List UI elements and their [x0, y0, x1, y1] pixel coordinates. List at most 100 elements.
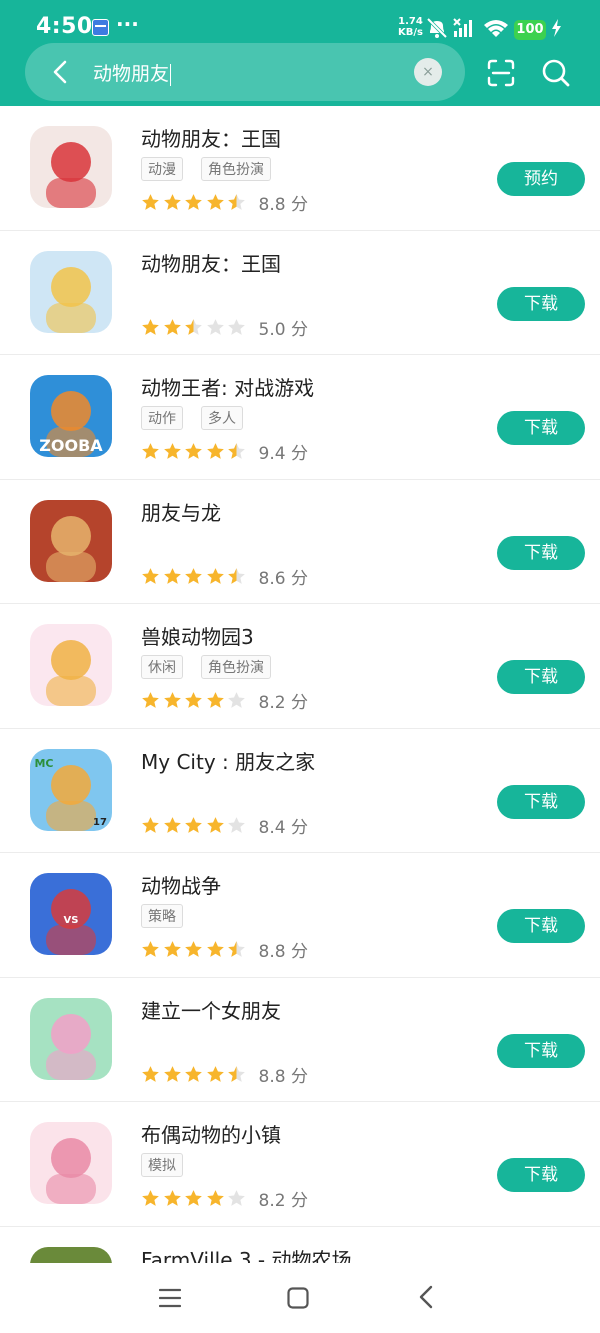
- result-row[interactable]: 朋友与龙 8.6 分 下载: [0, 480, 600, 604]
- star-empty-icon: [206, 318, 224, 335]
- star-filled-icon: [185, 941, 202, 957]
- download-button[interactable]: 下载: [497, 1033, 585, 1068]
- app-name: 动物朋友：王国: [141, 251, 281, 276]
- zooba-logo-text: ZOOBA: [39, 436, 103, 455]
- star-half-icon: [228, 194, 245, 210]
- home-icon[interactable]: [287, 1287, 309, 1309]
- status-bar: 4:50 ··· 1.74 KB/s 100: [0, 0, 600, 40]
- app-icon[interactable]: [30, 250, 112, 333]
- star-half-icon: [228, 1065, 245, 1082]
- app-icon[interactable]: [30, 499, 112, 582]
- system-navigation-bar: [0, 1263, 600, 1333]
- network-speed: 1.74 KB/s: [398, 16, 423, 38]
- star-half-icon: [228, 443, 245, 459]
- more-notifications-icon: ···: [116, 12, 139, 36]
- menu-icon[interactable]: [159, 1287, 181, 1309]
- result-row[interactable]: 动物朋友：王国 5.0 分 下载: [0, 231, 600, 355]
- app-name: 布偶动物的小镇: [141, 1123, 281, 1147]
- star-filled-icon: [142, 443, 159, 459]
- category-tags: 休闲 角色扮演: [141, 655, 271, 679]
- app-notification-icon: [92, 19, 109, 36]
- download-button[interactable]: 下载: [497, 411, 585, 445]
- app-icon[interactable]: [30, 1122, 112, 1204]
- star-filled-icon: [185, 816, 202, 833]
- charging-icon: [552, 19, 561, 37]
- result-row[interactable]: MC 17 My City : 朋友之家 8.4 分 下载: [0, 729, 600, 853]
- star-rating: 8.2 分: [141, 1186, 308, 1211]
- clear-search-button[interactable]: ×: [414, 58, 442, 86]
- app-icon[interactable]: VS: [30, 873, 112, 955]
- rating-score: 8.8 分: [258, 195, 308, 215]
- download-button[interactable]: 下载: [497, 909, 585, 943]
- search-query: 动物朋友: [93, 63, 170, 85]
- result-row[interactable]: 动物朋友：王国 动漫 角色扮演 8.8 分 预约: [0, 106, 600, 231]
- app-header: 4:50 ··· 1.74 KB/s 100 动物朋友 ×: [0, 0, 600, 106]
- download-button[interactable]: 下载: [497, 784, 585, 819]
- download-button[interactable]: 下载: [497, 286, 585, 321]
- category-tag: 角色扮演: [201, 157, 271, 181]
- star-empty-icon: [228, 816, 245, 833]
- star-filled-icon: [185, 692, 202, 708]
- star-filled-icon: [206, 567, 224, 584]
- category-tag: 策略: [141, 904, 183, 928]
- star-filled-icon: [185, 1065, 202, 1082]
- star-filled-icon: [206, 941, 224, 957]
- app-icon[interactable]: [30, 997, 112, 1080]
- nav-back-icon[interactable]: [418, 1285, 434, 1309]
- star-half-icon: [228, 941, 245, 957]
- star-rating: 8.2 分: [141, 688, 308, 713]
- star-half-icon: [185, 318, 202, 335]
- wifi-icon: [484, 20, 508, 37]
- star-filled-icon: [163, 941, 181, 957]
- star-filled-icon: [142, 941, 159, 957]
- rating-score: 8.8 分: [258, 942, 308, 962]
- star-filled-icon: [185, 194, 202, 210]
- app-icon[interactable]: [30, 1246, 112, 1263]
- result-row[interactable]: VS 动物战争策略 8.8 分 下载: [0, 853, 600, 978]
- star-filled-icon: [206, 1065, 224, 1082]
- rating-score: 5.0 分: [258, 319, 308, 340]
- star-filled-icon: [163, 1065, 181, 1082]
- result-row[interactable]: FarmVille 3 - 动物农场: [0, 1227, 600, 1264]
- star-filled-icon: [142, 692, 159, 708]
- reserve-button[interactable]: 预约: [497, 162, 585, 196]
- star-filled-icon: [185, 1190, 202, 1206]
- result-row[interactable]: 布偶动物的小镇 模拟 8.2 分 下载: [0, 1102, 600, 1227]
- star-half-icon: [228, 567, 245, 584]
- app-icon[interactable]: [30, 624, 112, 706]
- scan-icon[interactable]: [486, 58, 516, 88]
- star-filled-icon: [142, 1190, 159, 1206]
- star-filled-icon: [163, 443, 181, 459]
- category-tags: 模拟: [141, 1153, 183, 1177]
- app-name: FarmVille 3 - 动物农场: [141, 1247, 352, 1264]
- download-button[interactable]: 下载: [497, 535, 585, 570]
- result-row[interactable]: ZOOBA 动物王者: 对战游戏 动作 多人 9.4 分 下载: [0, 355, 600, 480]
- mc-logo-text: MC: [34, 757, 53, 770]
- star-rating: 8.8 分: [141, 190, 308, 215]
- category-tag: 休闲: [141, 655, 183, 679]
- network-speed-value: 1.74: [398, 16, 423, 27]
- star-filled-icon: [206, 1190, 224, 1206]
- back-icon[interactable]: [45, 56, 77, 88]
- app-name: 动物战争: [141, 874, 221, 898]
- rating-score: 8.2 分: [258, 693, 308, 713]
- category-tags: 策略: [141, 904, 183, 928]
- result-row[interactable]: 兽娘动物园3 休闲 角色扮演 8.2 分 下载: [0, 604, 600, 729]
- star-filled-icon: [142, 816, 159, 833]
- app-icon[interactable]: ZOOBA: [30, 375, 112, 457]
- search-input[interactable]: 动物朋友: [93, 59, 172, 86]
- star-filled-icon: [163, 692, 181, 708]
- category-tag: 动漫: [141, 157, 183, 181]
- star-rating: 8.8 分: [141, 1062, 308, 1087]
- download-button[interactable]: 下载: [497, 660, 585, 694]
- app-name: 动物王者: 对战游戏: [141, 376, 315, 400]
- app-icon[interactable]: [30, 126, 112, 208]
- result-row[interactable]: 建立一个女朋友 8.8 分 下载: [0, 978, 600, 1102]
- search-results-list: 动物朋友：王国 动漫 角色扮演 8.8 分 预约动物朋友：王国 5.0 分 下载 ZOOBA 动…: [0, 106, 600, 1263]
- app-name: My City : 朋友之家: [141, 749, 316, 774]
- app-icon[interactable]: MC 17: [30, 748, 112, 831]
- network-speed-unit: KB/s: [398, 27, 423, 38]
- download-button[interactable]: 下载: [497, 1158, 585, 1192]
- search-icon[interactable]: [541, 58, 571, 88]
- star-filled-icon: [142, 318, 159, 335]
